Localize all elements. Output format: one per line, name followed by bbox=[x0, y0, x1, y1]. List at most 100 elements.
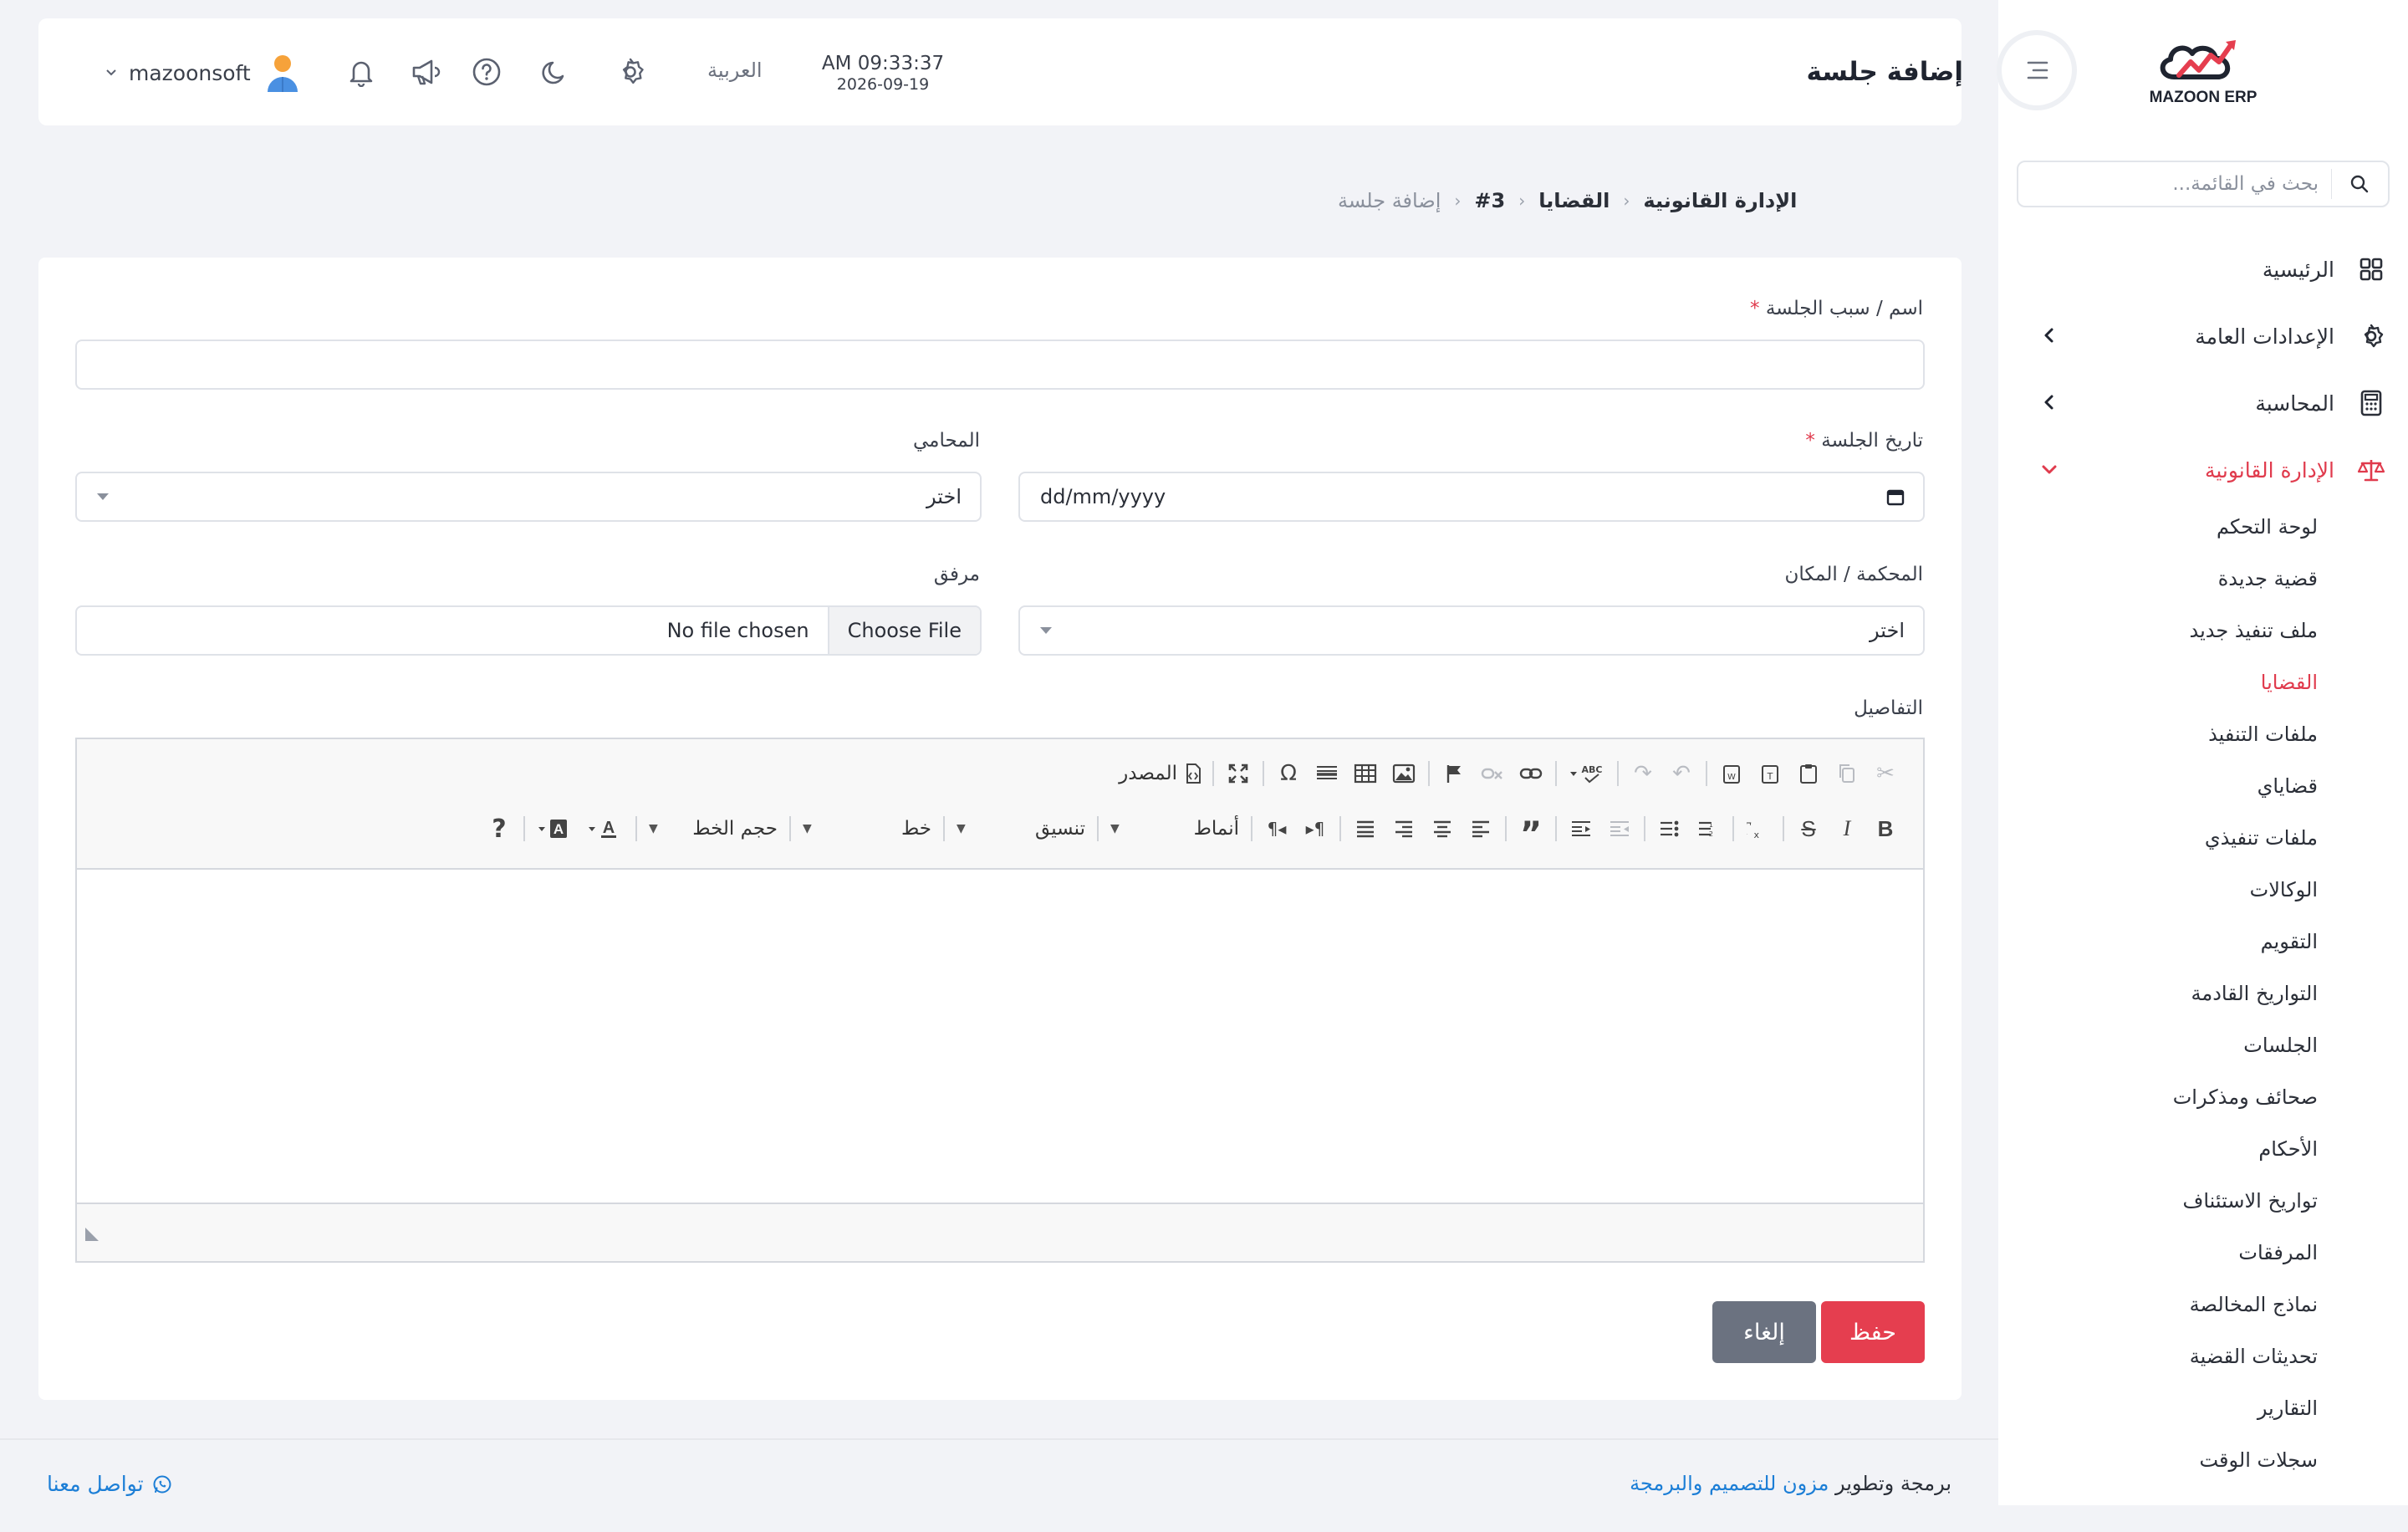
align-right-icon[interactable] bbox=[1385, 809, 1423, 848]
caret-down-icon: ▼ bbox=[649, 822, 658, 835]
format-dropdown[interactable]: تنسيق ▼ bbox=[950, 809, 1092, 848]
styles-dropdown[interactable]: أنماط ▼ bbox=[1104, 809, 1246, 848]
logo[interactable]: MAZOON ERP bbox=[2149, 33, 2258, 117]
align-left-icon[interactable] bbox=[1462, 809, 1500, 848]
align-center-icon[interactable] bbox=[1423, 809, 1462, 848]
save-button[interactable]: حفظ bbox=[1821, 1301, 1925, 1363]
svg-text:A: A bbox=[603, 819, 615, 837]
attachment-file-input[interactable]: Choose File No file chosen bbox=[75, 605, 982, 656]
resize-handle-icon[interactable] bbox=[84, 1226, 100, 1243]
bell-icon[interactable] bbox=[343, 54, 380, 90]
anchor-flag-icon[interactable] bbox=[1435, 754, 1473, 793]
sidebar-subitem-appeal-dates[interactable]: تواريخ الاستئناف bbox=[2182, 1189, 2318, 1213]
sidebar-subitem-judgments[interactable]: الأحكام bbox=[2258, 1137, 2318, 1161]
blockquote-icon[interactable]: ” bbox=[1512, 809, 1550, 851]
sidebar-subitem-clearance-forms[interactable]: نماذج المخالصة bbox=[2190, 1293, 2318, 1316]
session-name-input[interactable] bbox=[77, 341, 1923, 388]
calendar-icon[interactable] bbox=[1886, 488, 1905, 506]
sidebar-subitem-sessions[interactable]: الجلسات bbox=[2243, 1034, 2318, 1057]
language-switcher[interactable]: العربية bbox=[707, 59, 763, 82]
image-icon[interactable] bbox=[1385, 754, 1423, 793]
footer-credit-prefix: برمجة وتطوير bbox=[1834, 1472, 1951, 1495]
horizontal-rule-icon[interactable] bbox=[1308, 754, 1346, 793]
text-direction-rtl-icon[interactable]: ◂¶ bbox=[1258, 809, 1296, 848]
breadcrumb-case-number[interactable]: #3 bbox=[1474, 189, 1505, 212]
paste-icon[interactable] bbox=[1789, 754, 1828, 793]
sidebar-subitem-time-logs[interactable]: سجلات الوقت bbox=[2199, 1448, 2318, 1472]
font-size-dropdown[interactable]: حجم الخط ▼ bbox=[642, 809, 784, 848]
copy-icon[interactable] bbox=[1828, 754, 1866, 793]
font-dropdown[interactable]: خط ▼ bbox=[796, 809, 938, 848]
toolbar-separator bbox=[635, 816, 637, 841]
sidebar-subitem-new-execution-file[interactable]: ملف تنفيذ جديد bbox=[2189, 619, 2318, 642]
gear-icon[interactable] bbox=[612, 54, 649, 90]
caret-down-icon bbox=[97, 493, 109, 500]
user-menu[interactable]: mazoonsoft bbox=[105, 54, 303, 92]
help-icon[interactable] bbox=[468, 54, 505, 90]
toolbar-separator bbox=[1212, 761, 1214, 786]
sidebar-subitem-reports[interactable]: التقارير bbox=[2258, 1397, 2318, 1420]
special-char-icon[interactable]: Ω bbox=[1269, 754, 1308, 793]
outdent-icon[interactable] bbox=[1600, 809, 1639, 848]
breadcrumb-cases[interactable]: القضايا bbox=[1538, 189, 1610, 212]
megaphone-icon[interactable] bbox=[406, 54, 443, 90]
sidebar-item-general-settings[interactable]: الإعدادات العامة bbox=[2017, 311, 2390, 361]
paste-text-icon[interactable]: T bbox=[1751, 754, 1789, 793]
indent-icon[interactable] bbox=[1562, 809, 1600, 848]
sidebar-search-input[interactable] bbox=[2018, 162, 2332, 206]
sidebar-item-home[interactable]: الرئيسية bbox=[2017, 244, 2390, 294]
paste-word-icon[interactable]: W bbox=[1712, 754, 1751, 793]
bullet-list-icon[interactable] bbox=[1650, 809, 1689, 848]
unlink-icon[interactable] bbox=[1473, 754, 1512, 793]
sidebar-subitem-upcoming-dates[interactable]: التواريخ القادمة bbox=[2191, 982, 2318, 1005]
numbered-list-icon[interactable]: 12 bbox=[1689, 809, 1727, 848]
bold-icon[interactable]: B bbox=[1866, 809, 1905, 848]
editor-content-area[interactable] bbox=[77, 870, 1923, 1206]
remove-format-icon[interactable]: Tx bbox=[1739, 809, 1778, 848]
contact-link[interactable]: تواصل معنا bbox=[47, 1472, 172, 1496]
strikethrough-icon[interactable]: S bbox=[1789, 809, 1828, 848]
sidebar-subitem-new-case[interactable]: قضية جديدة bbox=[2218, 567, 2318, 590]
cut-icon[interactable]: ✂ bbox=[1866, 754, 1905, 793]
cancel-button[interactable]: إلغاء bbox=[1712, 1301, 1816, 1363]
sidebar-item-accounting[interactable]: المحاسبة bbox=[2017, 378, 2390, 428]
sidebar-subitem-power-of-attorney[interactable]: الوكالات bbox=[2250, 878, 2318, 901]
sidebar-subitem-case-updates[interactable]: تحديثات القضية bbox=[2190, 1345, 2318, 1368]
link-icon[interactable] bbox=[1512, 754, 1550, 793]
redo-icon[interactable]: ↷ bbox=[1624, 754, 1662, 793]
rich-text-editor: ✂ T W ↶ ↷ ABC Ω المصدر B I S x 1 2 ” ¶▸ … bbox=[75, 738, 1925, 1263]
help-icon[interactable]: ? bbox=[480, 809, 518, 848]
text-color-icon[interactable]: A bbox=[580, 809, 630, 848]
sidebar-toggle-button[interactable] bbox=[2002, 35, 2072, 105]
table-icon[interactable] bbox=[1346, 754, 1385, 793]
sidebar-subitem-my-cases[interactable]: قضاياي bbox=[2258, 774, 2318, 798]
sidebar-subitem-execution-files[interactable]: ملفات التنفيذ bbox=[2208, 723, 2318, 746]
sidebar-subitem-calendar[interactable]: التقويم bbox=[2261, 930, 2318, 953]
choose-file-button[interactable]: Choose File bbox=[827, 607, 980, 654]
spellcheck-icon[interactable]: ABC bbox=[1562, 754, 1612, 793]
sidebar-subitem-attachments[interactable]: المرفقات bbox=[2238, 1241, 2318, 1264]
search-icon[interactable] bbox=[2349, 174, 2370, 194]
text-direction-ltr-icon[interactable]: ¶▸ bbox=[1296, 809, 1334, 848]
source-button[interactable]: المصدر bbox=[1114, 763, 1207, 784]
sidebar-subitem-briefs[interactable]: صحائف ومذكرات bbox=[2173, 1085, 2318, 1109]
italic-icon[interactable]: I bbox=[1828, 809, 1866, 848]
court-select[interactable]: اختر bbox=[1018, 605, 1925, 656]
session-date-input[interactable]: dd/mm/yyyy bbox=[1018, 472, 1925, 522]
lawyer-select[interactable]: اختر bbox=[75, 472, 982, 522]
breadcrumb-legal[interactable]: الإدارة القانونية bbox=[1643, 189, 1797, 212]
svg-text:A: A bbox=[554, 821, 564, 837]
align-justify-icon[interactable] bbox=[1346, 809, 1385, 848]
footer-credit-link[interactable]: مزون للتصميم والبرمجة bbox=[1630, 1472, 1829, 1495]
moon-icon[interactable] bbox=[537, 54, 574, 90]
maximize-icon[interactable] bbox=[1219, 754, 1258, 793]
sidebar-subitem-dashboard[interactable]: لوحة التحكم bbox=[2217, 515, 2318, 539]
chevron-down-icon bbox=[106, 69, 116, 76]
caret-down-icon: ▼ bbox=[803, 822, 812, 835]
background-color-icon[interactable]: A bbox=[530, 809, 580, 848]
sidebar-item-label: الرئيسية bbox=[2262, 257, 2334, 282]
sidebar-item-legal-management[interactable]: الإدارة القانونية bbox=[2017, 445, 2390, 495]
sidebar-subitem-cases[interactable]: القضايا bbox=[2261, 671, 2318, 694]
sidebar-subitem-my-execution-files[interactable]: ملفات تنفيذي bbox=[2205, 826, 2318, 850]
undo-icon[interactable]: ↶ bbox=[1662, 754, 1701, 793]
